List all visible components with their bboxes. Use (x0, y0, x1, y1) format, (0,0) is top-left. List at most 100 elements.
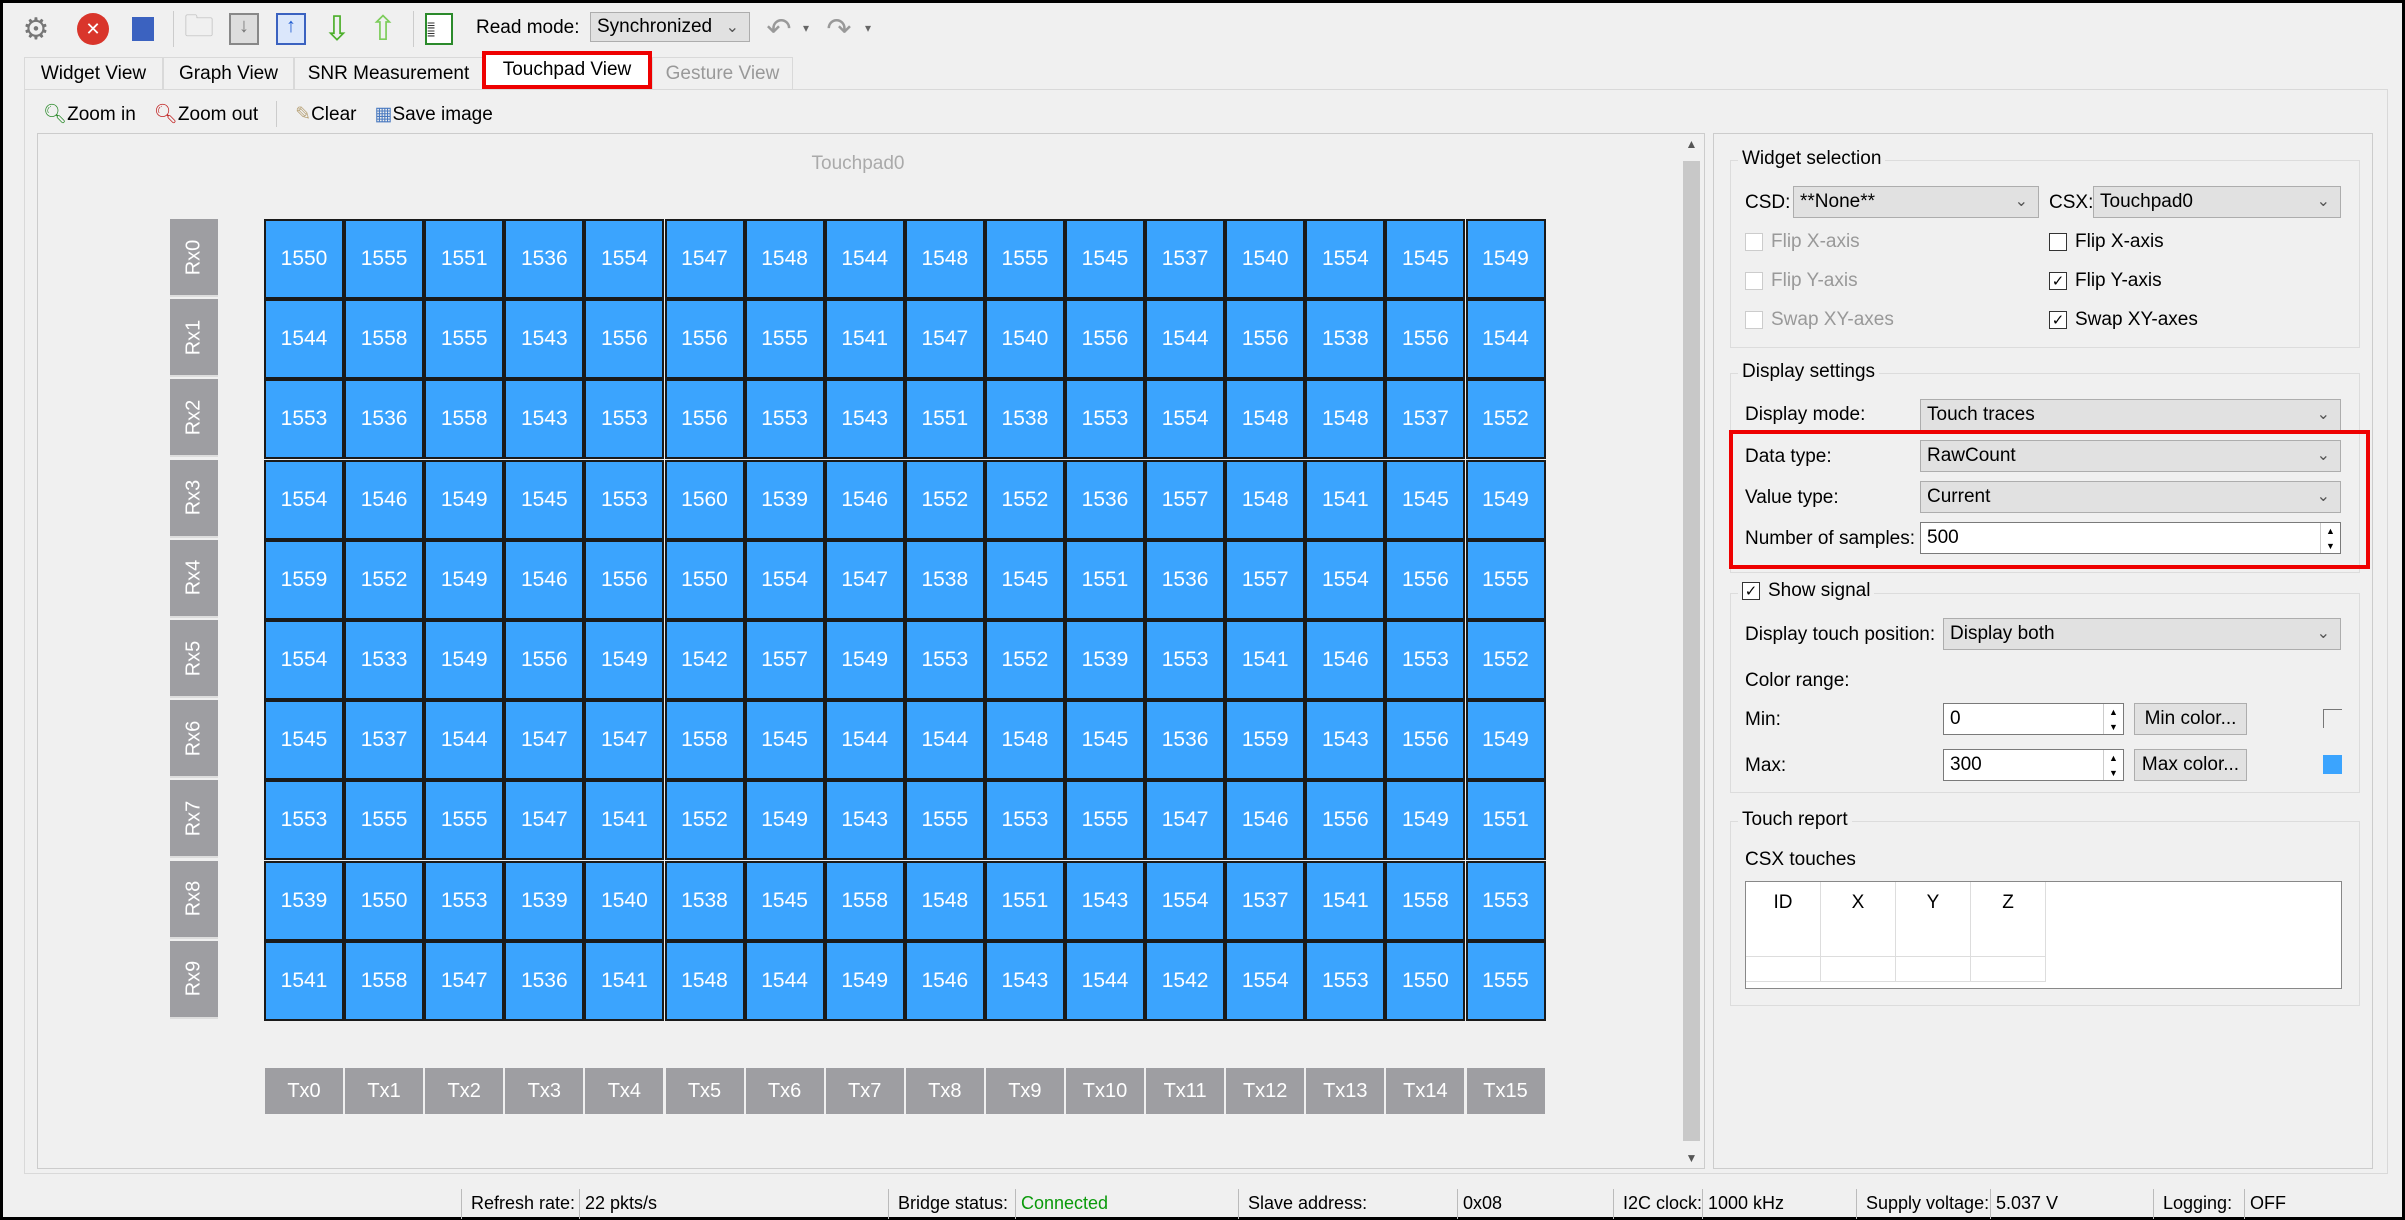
vertical-scrollbar[interactable]: ▲ ▼ (1680, 135, 1703, 1167)
touchpad-cell[interactable]: 1553 (584, 379, 665, 460)
touchpad-cell[interactable]: 1550 (344, 860, 425, 941)
touchpad-cell[interactable]: 1547 (424, 940, 505, 1021)
touchpad-cell[interactable]: 1537 (1385, 379, 1466, 460)
csx-swap-xy-axes-checkbox[interactable]: ✓ Swap XY-axes (2049, 309, 2198, 331)
touchpad-cell[interactable]: 1555 (424, 780, 505, 861)
touchpad-cell[interactable]: 1559 (1225, 700, 1306, 781)
touchpad-cell[interactable]: 1548 (1225, 379, 1306, 460)
touchpad-cell[interactable]: 1544 (424, 700, 505, 781)
touchpad-cell[interactable]: 1555 (904, 780, 985, 861)
touchpad-cell[interactable]: 1543 (504, 299, 585, 380)
touchpad-cell[interactable]: 1547 (584, 700, 665, 781)
touchpad-cell[interactable]: 1538 (984, 379, 1065, 460)
touchpad-cell[interactable]: 1546 (1305, 620, 1386, 700)
touchpad-cell[interactable]: 1553 (264, 379, 344, 460)
touchpad-cell[interactable]: 1548 (744, 219, 825, 299)
tab-touchpad-view[interactable]: Touchpad View (482, 51, 652, 89)
touchpad-cell[interactable]: 1549 (584, 620, 665, 700)
touchpad-cell[interactable]: 1540 (584, 860, 665, 941)
touchpad-cell[interactable]: 1560 (664, 459, 745, 540)
import-icon[interactable]: ↓ (226, 11, 262, 47)
touchpad-cell[interactable]: 1538 (664, 860, 745, 941)
column-header[interactable]: ID (1746, 882, 1821, 957)
touchpad-cell[interactable]: 1544 (824, 700, 905, 781)
redo-icon[interactable]: ↷ (821, 11, 857, 47)
value-type-select[interactable]: Current ⌄ (1920, 481, 2341, 513)
touchpad-cell[interactable]: 1536 (1145, 539, 1226, 620)
max-color-button[interactable]: Max color... (2134, 749, 2247, 781)
data-type-select[interactable]: RawCount ⌄ (1920, 440, 2341, 472)
clear-button[interactable]: ✎Clear (295, 103, 356, 126)
touchpad-cell[interactable]: 1537 (1145, 219, 1226, 299)
touchpad-cell[interactable]: 1553 (264, 780, 344, 861)
touchpad-cell[interactable]: 1553 (424, 860, 505, 941)
touchpad-cell[interactable]: 1541 (824, 299, 905, 380)
touchpad-cell[interactable]: 1539 (504, 860, 585, 941)
touchpad-cell[interactable]: 1553 (744, 379, 825, 460)
touchpad-cell[interactable]: 1543 (504, 379, 585, 460)
touchpad-cell[interactable]: 1558 (1385, 860, 1466, 941)
touchpad-cell[interactable]: 1556 (504, 620, 585, 700)
touchpad-cell[interactable]: 1556 (664, 379, 745, 460)
touchpad-cell[interactable]: 1554 (1305, 219, 1386, 299)
touchpad-cell[interactable]: 1555 (1465, 940, 1546, 1021)
touchpad-cell[interactable]: 1553 (1385, 620, 1466, 700)
touchpad-cell[interactable]: 1553 (1465, 860, 1546, 941)
tab-graph-view[interactable]: Graph View (163, 57, 294, 89)
touchpad-cell[interactable]: 1536 (504, 219, 585, 299)
tab-widget-view[interactable]: Widget View (24, 57, 163, 89)
touchpad-cell[interactable]: 1553 (1305, 940, 1386, 1021)
touchpad-cell[interactable]: 1556 (584, 299, 665, 380)
touchpad-cell[interactable]: 1550 (664, 539, 745, 620)
touchpad-cell[interactable]: 1553 (904, 620, 985, 700)
touchpad-cell[interactable]: 1544 (904, 700, 985, 781)
open-folder-icon[interactable]: 🗀 (181, 10, 217, 47)
touchpad-cell[interactable]: 1538 (1305, 299, 1386, 380)
touchpad-cell[interactable]: 1544 (1465, 299, 1546, 380)
touchpad-cell[interactable]: 1559 (264, 539, 344, 620)
touchpad-cell[interactable]: 1543 (984, 940, 1065, 1021)
touchpad-cell[interactable]: 1543 (1305, 700, 1386, 781)
scroll-down-icon[interactable]: ▼ (1680, 1151, 1703, 1165)
csd-flip-x-axis-checkbox[interactable]: Flip X-axis (1745, 231, 1860, 253)
touchpad-cell[interactable]: 1544 (1145, 299, 1226, 380)
stop-icon[interactable] (125, 11, 161, 47)
touchpad-cell[interactable]: 1538 (904, 539, 985, 620)
touchpad-cell[interactable]: 1545 (984, 539, 1065, 620)
touchpad-cell[interactable]: 1545 (1065, 219, 1145, 299)
scrollbar-thumb[interactable] (1683, 161, 1700, 1141)
touchpad-cell[interactable]: 1554 (1305, 539, 1386, 620)
touchpad-cell[interactable]: 1541 (1305, 459, 1386, 540)
spin-down-icon[interactable]: ▼ (2109, 722, 2118, 732)
touchpad-cell[interactable]: 1549 (424, 459, 505, 540)
touchpad-cell[interactable]: 1544 (744, 940, 825, 1021)
touchpad-cell[interactable]: 1540 (984, 299, 1065, 380)
touchpad-cell[interactable]: 1548 (1225, 459, 1306, 540)
touchpad-cell[interactable]: 1548 (904, 860, 985, 941)
disconnect-icon[interactable]: ✕ (75, 11, 111, 47)
touchpad-cell[interactable]: 1553 (1065, 379, 1145, 460)
touchpad-cell[interactable]: 1545 (264, 700, 344, 781)
log-icon[interactable]: ≡ ≡ (421, 11, 457, 47)
touchpad-cell[interactable]: 1536 (504, 940, 585, 1021)
touchpad-cell[interactable]: 1547 (824, 539, 905, 620)
touchpad-cell[interactable]: 1554 (744, 539, 825, 620)
touchpad-cell[interactable]: 1557 (1145, 459, 1226, 540)
touchpad-cell[interactable]: 1555 (424, 299, 505, 380)
touchpad-cell[interactable]: 1547 (904, 299, 985, 380)
touchpad-cell[interactable]: 1552 (984, 459, 1065, 540)
touchpad-cell[interactable]: 1556 (1305, 780, 1386, 861)
touchpad-cell[interactable]: 1556 (1065, 299, 1145, 380)
gear-icon[interactable]: ⚙ (18, 11, 54, 47)
touchpad-cell[interactable]: 1549 (1465, 700, 1546, 781)
touchpad-cell[interactable]: 1546 (504, 539, 585, 620)
touchpad-cell[interactable]: 1555 (344, 219, 425, 299)
touchpad-cell[interactable]: 1555 (1465, 539, 1546, 620)
touchpad-cell[interactable]: 1545 (1385, 459, 1466, 540)
upload-icon[interactable]: ⇧ (365, 10, 401, 48)
touchpad-cell[interactable]: 1540 (1225, 219, 1306, 299)
touchpad-cell[interactable]: 1544 (264, 299, 344, 380)
spin-up-icon[interactable]: ▲ (2109, 707, 2118, 717)
touchpad-cell[interactable]: 1551 (904, 379, 985, 460)
download-icon[interactable]: ⇩ (319, 10, 355, 48)
